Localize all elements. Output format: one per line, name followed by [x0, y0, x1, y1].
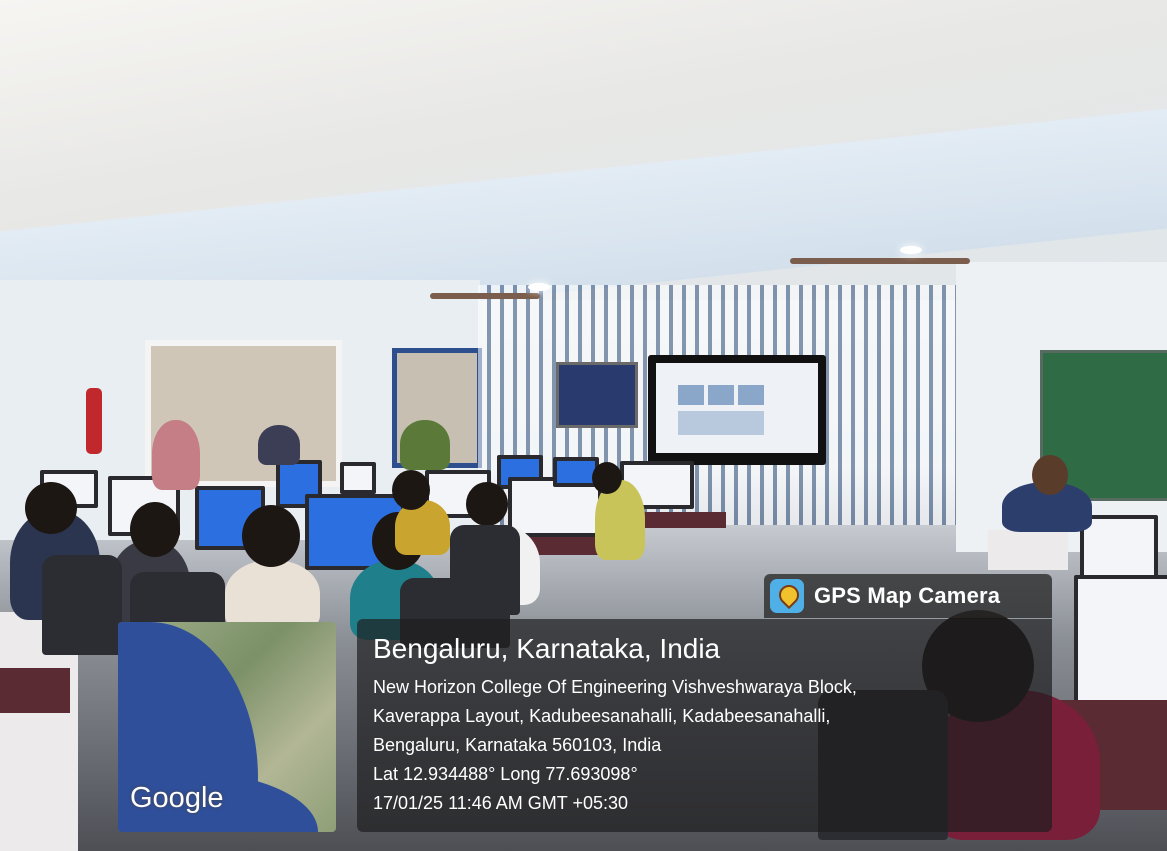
student-head: [392, 470, 430, 510]
standing-person: [258, 425, 300, 465]
smart-display: [648, 355, 826, 465]
address-line-3: Bengaluru, Karnataka 560103, India: [373, 735, 662, 755]
student-head: [130, 502, 180, 557]
address-line-1: New Horizon College Of Engineering Vishv…: [373, 677, 857, 697]
monitor: [340, 462, 376, 494]
monitor: [1080, 515, 1158, 583]
instructor-head: [1032, 455, 1068, 495]
ceiling-fan: [790, 258, 970, 264]
ceiling-fan: [430, 293, 540, 299]
student-head: [242, 505, 300, 567]
ceiling-light: [900, 246, 922, 254]
standing-person: [152, 420, 200, 490]
desk: [0, 668, 70, 713]
location-place: Bengaluru, Karnataka, India: [373, 633, 721, 664]
map-thumbnail: Google: [118, 622, 336, 832]
chair: [42, 555, 122, 655]
coordinates: Lat 12.934488° Long 77.693098°: [373, 764, 638, 784]
student-head: [466, 482, 508, 526]
map-pin-icon: [770, 579, 804, 613]
gps-app-name: GPS Map Camera: [814, 583, 1001, 608]
desk: [640, 512, 726, 528]
desk-cabinet: [988, 530, 1068, 570]
student-head: [592, 462, 622, 494]
datetime: 17/01/25 11:46 AM GMT +05:30: [373, 793, 629, 813]
student-head: [25, 482, 77, 534]
notice-board: [556, 362, 638, 428]
smart-display-screen: [656, 363, 818, 453]
fire-extinguisher: [86, 388, 102, 454]
gps-app-badge: GPS Map Camera: [764, 574, 1052, 618]
standing-person: [400, 420, 450, 470]
address-line-2: Kaverappa Layout, Kadubeesanahalli, Kada…: [373, 706, 831, 726]
google-attribution: Google: [130, 782, 224, 814]
monitor: [1074, 575, 1167, 718]
ceiling-light: [528, 283, 550, 291]
gps-info-panel: Bengaluru, Karnataka, India New Horizon …: [357, 619, 1052, 832]
student: [225, 560, 320, 630]
